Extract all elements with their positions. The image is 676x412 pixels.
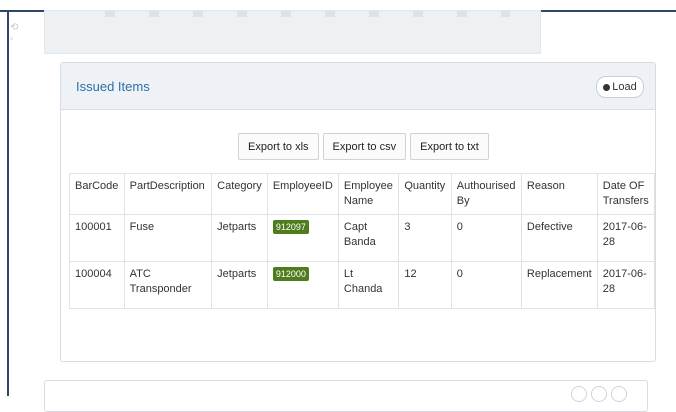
cell-reason: Replacement (520, 261, 598, 309)
cell-authorised-by: 0 (450, 214, 522, 262)
cell-employee-name: Capt Banda (337, 214, 400, 262)
panel-title: Issued Items (76, 79, 150, 94)
issued-items-table: BarCode PartDescription Category Employe… (69, 173, 656, 309)
previous-panel (44, 10, 541, 54)
export-csv-button[interactable]: Export to csv (322, 133, 407, 160)
cell-part-description: Fuse (123, 214, 213, 262)
window-top-strip (0, 0, 676, 10)
previous-panel-fragment (105, 11, 510, 17)
column-header-part-description[interactable]: PartDescription (123, 173, 213, 215)
cell-reason: Defective (520, 214, 598, 262)
employee-id-badge: 912000 (272, 267, 309, 281)
cell-employee-id: 912097 (266, 214, 339, 262)
column-header-employee-name[interactable]: Employee Name (337, 173, 400, 215)
column-header-reason[interactable]: Reason (520, 173, 598, 215)
cell-quantity: 3 (398, 214, 452, 262)
cell-employee-id: 912000 (266, 261, 339, 309)
column-header-authorised-by[interactable]: Authourised By (450, 173, 522, 215)
column-header-barcode[interactable]: BarCode (69, 173, 125, 215)
next-panel (44, 380, 648, 412)
cell-date-of-transfer: 2017-06-28 (596, 214, 656, 262)
cell-date-of-transfer: 2017-06-28 (596, 261, 656, 309)
cell-part-description: ATC Transponder (123, 261, 213, 309)
panel-header: Issued Items Load (61, 63, 655, 110)
load-button[interactable]: Load (596, 76, 644, 98)
table-row: 100001 Fuse Jetparts 912097 Capt Banda 3… (69, 214, 656, 262)
circle-button-icon[interactable] (591, 386, 607, 402)
table-header-row: BarCode PartDescription Category Employe… (69, 173, 656, 215)
window-frame-left (7, 10, 9, 396)
load-button-label: Load (612, 81, 637, 93)
column-header-quantity[interactable]: Quantity (398, 173, 452, 215)
refresh-icon (603, 83, 611, 91)
cell-quantity: 12 (398, 261, 452, 309)
export-txt-button[interactable]: Export to txt (410, 133, 489, 160)
issued-items-panel: Issued Items Load Export to xls Export t… (60, 62, 656, 362)
employee-id-badge: 912097 (272, 220, 309, 234)
column-header-category[interactable]: Category (211, 173, 268, 215)
cell-employee-name: Lt Chanda (337, 261, 400, 309)
circle-button-icon[interactable] (611, 386, 627, 402)
export-xls-button[interactable]: Export to xls (238, 133, 319, 160)
circle-button-icon[interactable] (571, 386, 587, 402)
column-header-date-of-transfers[interactable]: Date OF Transfers (596, 173, 656, 215)
edge-icon: ⟲ ▫ (10, 22, 19, 45)
column-header-employee-id[interactable]: EmployeeID (266, 173, 339, 215)
cell-category: Jetparts (211, 261, 268, 309)
table-row: 100004 ATC Transponder Jetparts 912000 L… (69, 261, 656, 309)
cell-barcode: 100004 (69, 261, 125, 309)
cell-authorised-by: 0 (450, 261, 522, 309)
export-toolbar: Export to xls Export to csv Export to tx… (238, 133, 489, 160)
cell-barcode: 100001 (69, 214, 125, 262)
cell-category: Jetparts (211, 214, 268, 262)
